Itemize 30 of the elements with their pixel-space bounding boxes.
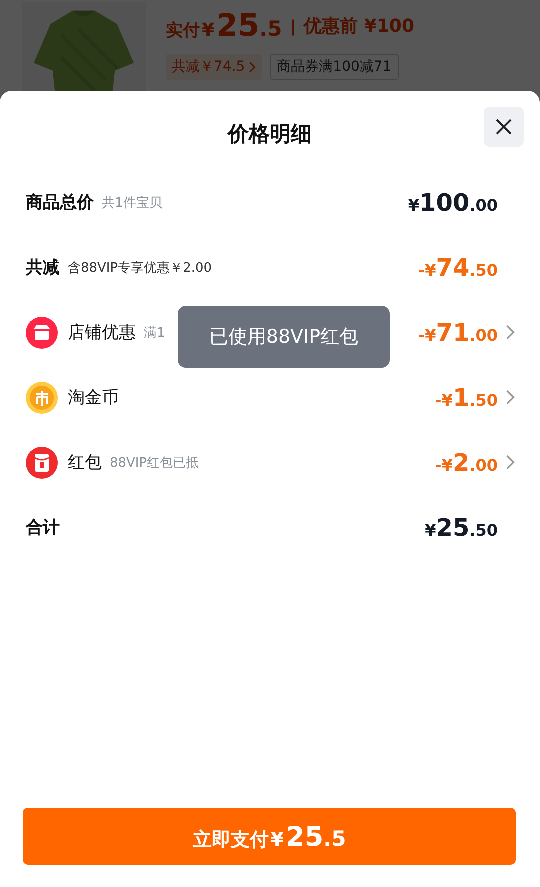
row-label: 共减 (26, 257, 60, 279)
chevron-icon (249, 62, 256, 72)
discount-tag[interactable]: 共减￥74.5 (166, 54, 262, 80)
row-label: 合计 (26, 517, 60, 539)
row-note: 含88VIP专享优惠￥2.00 (68, 260, 212, 276)
row-label: 红包 (68, 452, 102, 474)
sheet-title: 价格明细 (228, 120, 312, 148)
coin-icon (26, 382, 58, 414)
row-amount: -¥2.00 (435, 448, 498, 476)
paid-price: 实付¥25.5 (166, 8, 282, 44)
pay-button[interactable]: 立即支付¥25.5 (23, 808, 516, 865)
row-note: 88VIP红包已抵 (110, 454, 200, 472)
shop-icon (26, 316, 58, 348)
separator: | (290, 16, 296, 36)
envelope-icon (26, 446, 58, 478)
close-button[interactable] (484, 107, 524, 147)
row-note: 满1 (144, 324, 166, 342)
original-price: 优惠前 ¥100 (304, 15, 414, 38)
toast-message: 已使用88VIP红包 (178, 306, 390, 368)
row-amount: ¥25.50 (425, 514, 498, 542)
row-label: 商品总价 (26, 192, 94, 214)
row-amount: ¥100.00 (408, 188, 498, 216)
row-label: 淘金币 (68, 387, 119, 409)
row-label: 店铺优惠 (68, 322, 136, 344)
row-amount: -¥71.00 (418, 318, 498, 346)
close-icon (494, 117, 514, 137)
row-note: 共1件宝贝 (102, 194, 162, 212)
row-amount: -¥1.50 (435, 384, 498, 412)
coupon-tag: 商品券满100减71 (270, 54, 399, 80)
row-amount: -¥74.50 (418, 254, 498, 282)
